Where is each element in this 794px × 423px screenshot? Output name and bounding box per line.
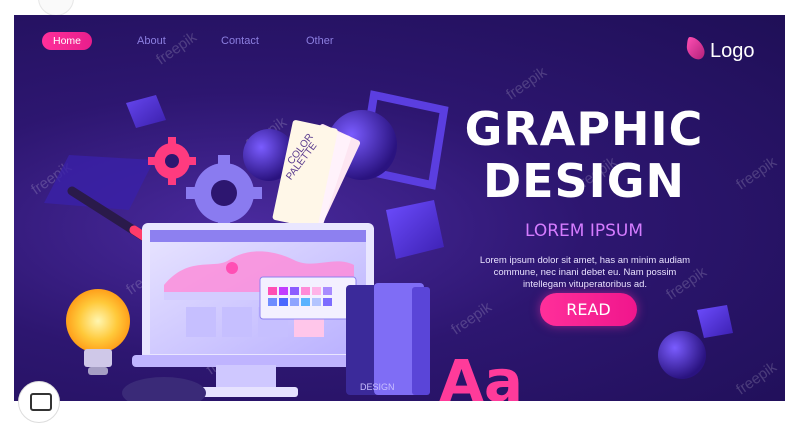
read-button[interactable]: READ <box>540 293 637 326</box>
hero-banner: Home About Contact Other Logo freepik fr… <box>14 15 785 401</box>
hero-description: Lorem ipsum dolor sit amet, has an minim… <box>479 255 691 290</box>
hero-subtitle: LOREM IPSUM <box>524 221 644 241</box>
camera-icon <box>30 393 52 411</box>
hero-title-line-1: GRAPHIC <box>464 102 704 156</box>
hero-title: GRAPHIC DESIGN <box>454 103 714 207</box>
top-white-strip <box>0 0 794 15</box>
typography-letters: Aa <box>439 347 523 401</box>
hero-title-line-2: DESIGN <box>482 154 686 208</box>
floating-cube-shape <box>697 305 733 338</box>
sphere-shape <box>658 331 706 379</box>
floating-cube-shape <box>386 200 444 259</box>
floating-cube-shape <box>126 95 166 128</box>
book-label: DESIGN <box>360 382 395 392</box>
computer-mouse-icon <box>122 377 206 401</box>
lightbulb-icon <box>66 289 130 375</box>
pink-gear-icon <box>148 137 196 185</box>
color-picker-window <box>259 276 357 320</box>
camera-button[interactable] <box>18 381 60 423</box>
floating-pane-shape <box>44 155 154 210</box>
graphic-design-illustration: COLOR PALETTE DESIGN Aa <box>44 90 733 401</box>
design-books: DESIGN <box>346 283 430 395</box>
